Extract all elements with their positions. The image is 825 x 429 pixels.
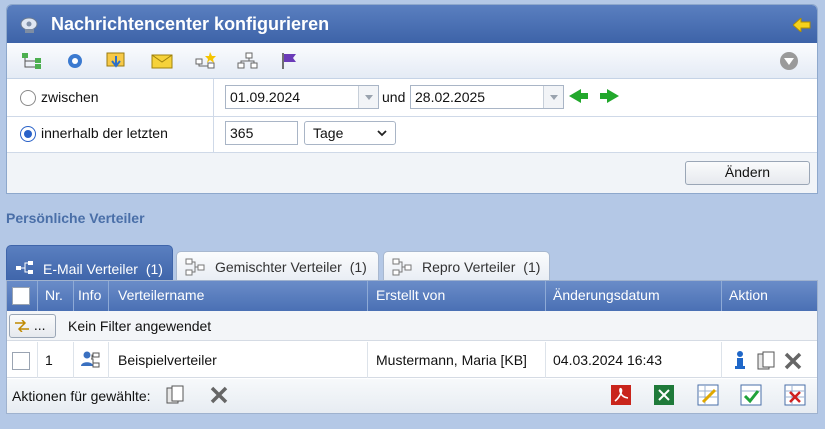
tab-count: (1) (349, 259, 367, 275)
column-header-info[interactable]: Info (78, 287, 101, 303)
column-header-action[interactable]: Aktion (729, 287, 768, 303)
filter-button-label: ... (33, 317, 46, 333)
distribution-info-icon[interactable] (80, 350, 102, 370)
window-title: Nachrichtencenter konfigurieren (51, 14, 330, 34)
cell-separator (73, 342, 74, 378)
bulk-delete-icon[interactable] (209, 385, 229, 405)
column-header-name[interactable]: Verteilername (118, 287, 204, 303)
back-arrow-icon[interactable] (793, 18, 811, 32)
distribution-icon (392, 258, 412, 276)
tab-label: Gemischter Verteiler (215, 259, 342, 275)
tree-structure-icon[interactable] (21, 52, 43, 70)
settings-gear-icon[interactable] (64, 52, 86, 70)
header-separator (73, 281, 74, 311)
flag-icon[interactable] (279, 52, 301, 70)
mail-envelope-icon[interactable] (151, 52, 173, 70)
previous-period-arrow-icon[interactable] (569, 89, 589, 103)
header-separator (367, 281, 368, 311)
header-separator (37, 281, 38, 311)
row-nr: 1 (45, 352, 53, 368)
select-all-checkbox[interactable] (12, 287, 30, 305)
within-value-input[interactable]: 365 (225, 121, 298, 145)
cell-separator (108, 342, 109, 378)
collapse-chevron-icon[interactable] (779, 51, 799, 71)
header-separator (545, 281, 546, 311)
distribution-grid: Nr. Info Verteilername Erstellt von Ände… (6, 280, 818, 414)
bulk-copy-icon[interactable] (166, 385, 186, 405)
date-to-dropdown-button[interactable] (543, 86, 563, 108)
unit-select-value: Tage (313, 125, 344, 141)
export-excel-icon[interactable] (653, 384, 675, 406)
column-divider (213, 79, 214, 152)
tab-repro-distribution[interactable]: Repro Verteiler (1) (383, 251, 550, 281)
remove-table-icon[interactable] (784, 384, 806, 406)
toolbar (7, 43, 817, 79)
filter-status-text: Kein Filter angewendet (68, 318, 212, 334)
table-row[interactable]: 1 Beispielverteiler Mustermann, Maria [K… (7, 342, 817, 378)
config-panel: Nachrichtencenter konfigurieren zwischen… (6, 4, 818, 194)
tab-count: (1) (523, 259, 541, 275)
between-label: zwischen (41, 89, 99, 105)
title-bar: Nachrichtencenter konfigurieren (7, 5, 817, 43)
within-label: innerhalb der letzten (41, 125, 168, 141)
date-from-dropdown-button[interactable] (358, 86, 378, 108)
cell-separator (721, 342, 722, 378)
new-distribution-icon[interactable] (195, 52, 217, 70)
distribution-icon (185, 258, 205, 276)
bulk-actions-label: Aktionen für gewählte: (12, 388, 151, 404)
tab-email-distribution[interactable]: E-Mail Verteiler (1) (6, 245, 173, 281)
change-button[interactable]: Ändern (685, 161, 810, 185)
and-label: und (382, 89, 406, 105)
tab-label: E-Mail Verteiler (43, 261, 138, 277)
filter-row: ... Kein Filter angewendet (7, 311, 817, 341)
date-to-field[interactable]: 28.02.2025 (410, 85, 564, 109)
header-separator (721, 281, 722, 311)
tab-label: Repro Verteiler (422, 259, 516, 275)
column-header-nr[interactable]: Nr. (45, 287, 63, 303)
within-radio[interactable] (20, 126, 36, 142)
between-radio[interactable] (20, 90, 36, 106)
header-separator (108, 281, 109, 311)
satellite-dish-icon (20, 17, 38, 33)
tab-mixed-distribution[interactable]: Gemischter Verteiler (1) (176, 251, 379, 281)
filter-arrows-icon (15, 319, 29, 333)
info-icon[interactable] (733, 350, 747, 370)
check-table-icon[interactable] (740, 384, 762, 406)
tab-count: (1) (145, 261, 163, 277)
row-checkbox[interactable] (12, 352, 30, 370)
export-pdf-icon[interactable] (610, 384, 632, 406)
unit-select[interactable]: Tage (304, 121, 396, 145)
row-created-by: Mustermann, Maria [KB] (376, 352, 527, 368)
date-to-value: 28.02.2025 (415, 89, 486, 105)
divider (7, 116, 817, 117)
grid-header: Nr. Info Verteilername Erstellt von Ände… (7, 281, 817, 311)
filter-button[interactable]: ... (9, 314, 56, 338)
date-from-value: 01.09.2024 (230, 89, 301, 105)
next-period-arrow-icon[interactable] (600, 89, 620, 103)
column-header-changed[interactable]: Änderungsdatum (553, 287, 660, 303)
column-header-created-by[interactable]: Erstellt von (376, 287, 445, 303)
hierarchy-icon[interactable] (237, 52, 259, 70)
section-title: Persönliche Verteiler (6, 210, 145, 226)
import-image-icon[interactable] (106, 52, 128, 70)
delete-icon[interactable] (783, 351, 803, 371)
cell-separator (545, 342, 546, 378)
distribution-icon (16, 261, 33, 274)
edit-table-icon[interactable] (697, 384, 719, 406)
date-from-field[interactable]: 01.09.2024 (225, 85, 379, 109)
row-name: Beispielverteiler (118, 352, 217, 368)
cell-separator (37, 342, 38, 378)
cell-separator (367, 342, 368, 378)
chevron-down-icon (377, 130, 387, 137)
grid-footer: Aktionen für gewählte: (7, 379, 817, 413)
row-changed: 04.03.2024 16:43 (553, 352, 662, 368)
copy-icon[interactable] (757, 351, 777, 371)
